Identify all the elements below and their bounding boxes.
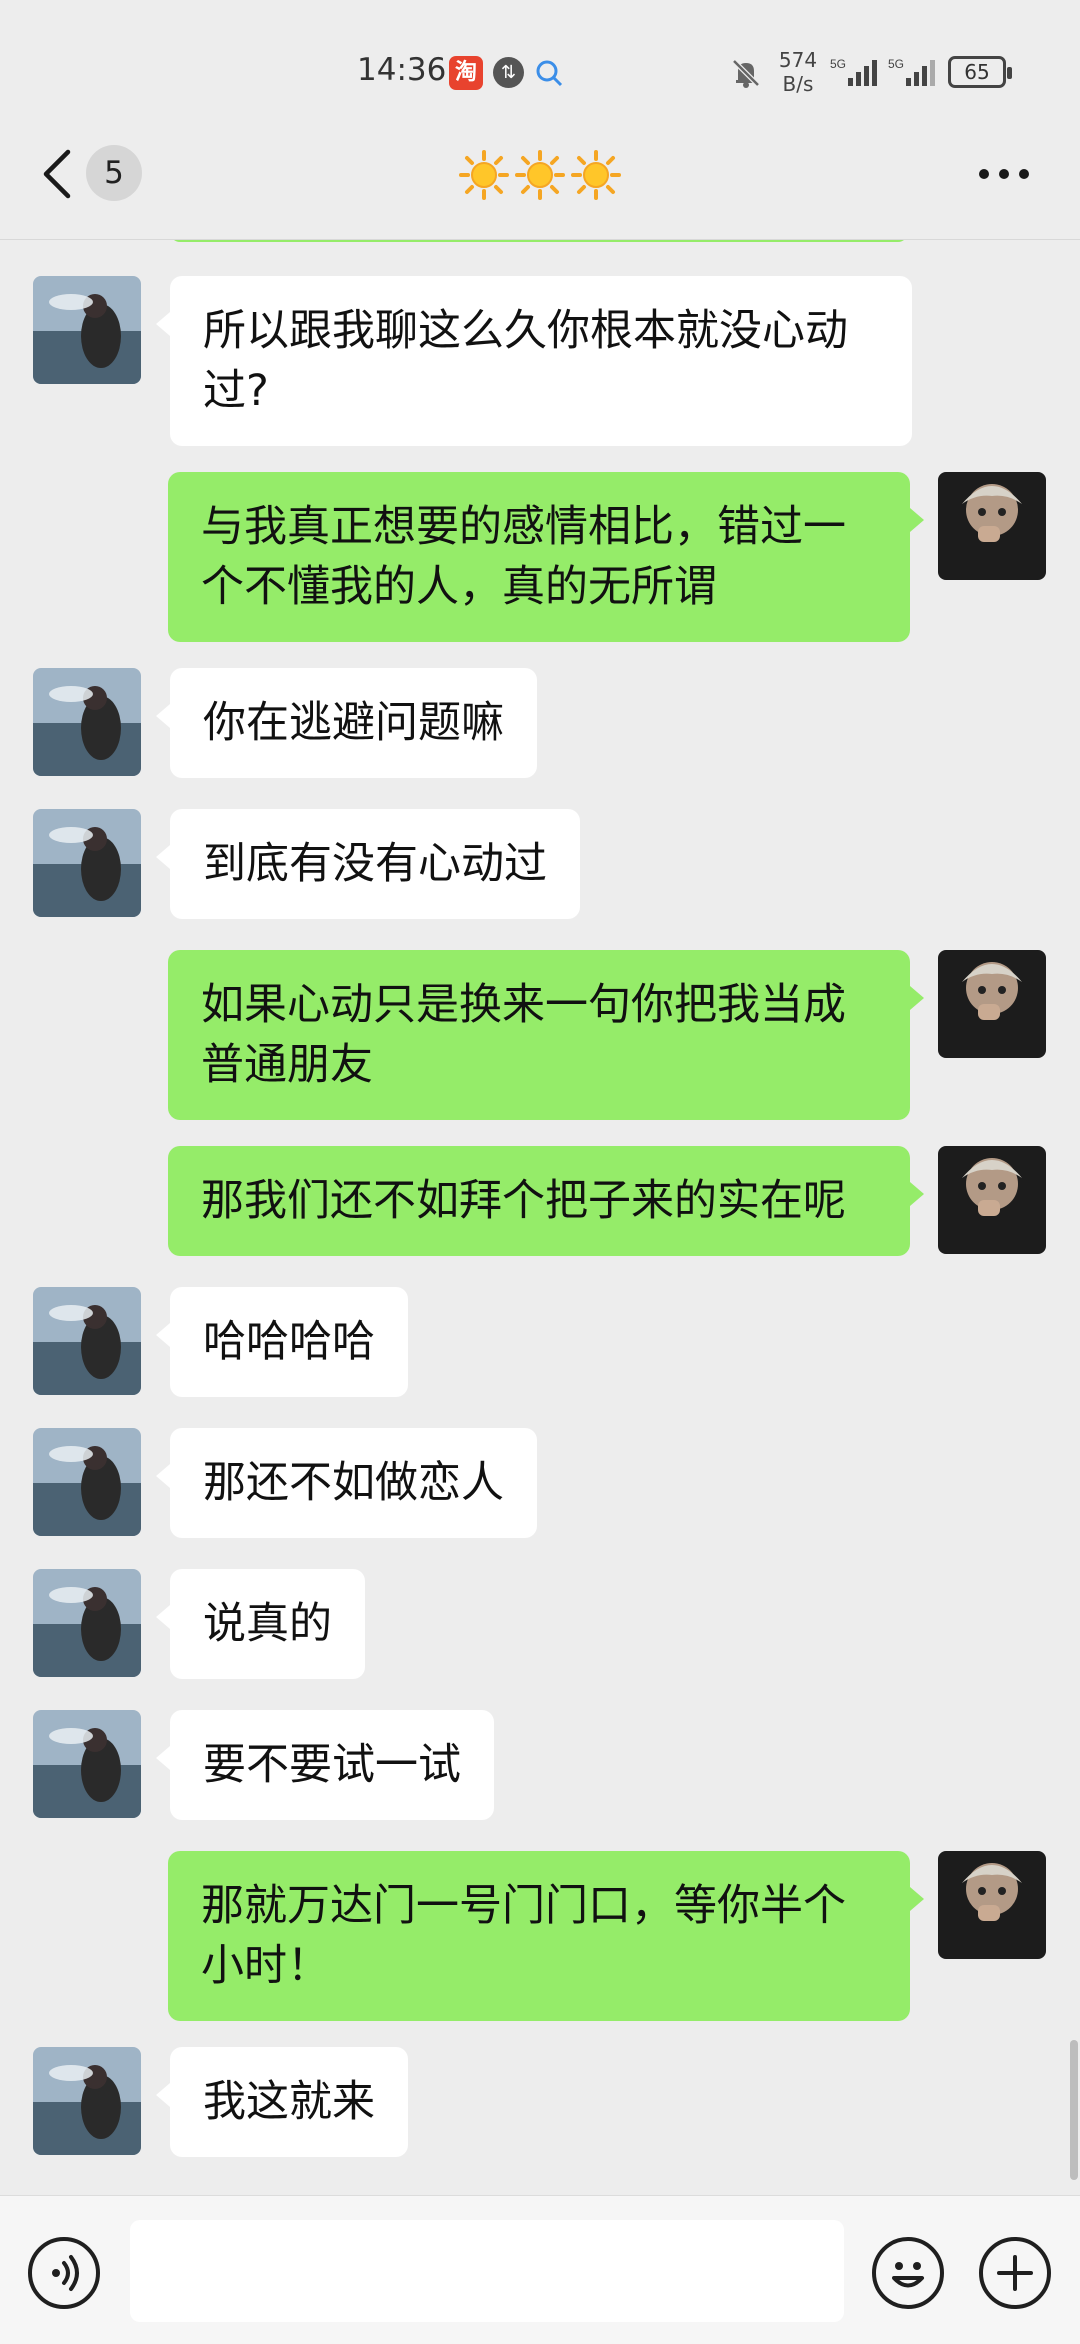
message-bubble[interactable]: 那就万达门一号门门口，等你半个小时！ bbox=[168, 1851, 924, 2021]
message-bubble[interactable]: 与我真正想要的感情相比，错过一个不懂我的人，真的无所谓 bbox=[168, 472, 924, 642]
contact-avatar[interactable] bbox=[33, 809, 141, 917]
message-bubble[interactable]: 你在逃避问题嘛 bbox=[156, 668, 537, 778]
voice-icon[interactable] bbox=[28, 2237, 100, 2309]
my-avatar[interactable] bbox=[938, 950, 1046, 1058]
message-bubble[interactable]: 那我们还不如拜个把子来的实在呢 bbox=[168, 1146, 924, 1256]
more-horizontal-icon[interactable] bbox=[976, 166, 1032, 182]
network-speed: 574 B/s bbox=[778, 48, 818, 96]
battery-indicator: 65 bbox=[948, 56, 1012, 88]
previous-message-edge bbox=[170, 240, 908, 242]
svg-text:5G: 5G bbox=[830, 57, 846, 71]
sun-icon bbox=[571, 150, 621, 200]
status-bar: 14:36 淘 ⇅ 574 B/s 5G 5G 65 bbox=[0, 0, 1080, 145]
message-bubble[interactable]: 要不要试一试 bbox=[156, 1710, 494, 1820]
contact-avatar[interactable] bbox=[33, 1710, 141, 1818]
message-bubble[interactable]: 哈哈哈哈 bbox=[156, 1287, 408, 1397]
scrollbar[interactable] bbox=[1070, 2040, 1078, 2180]
taobao-icon: 淘 bbox=[449, 56, 483, 90]
message-list[interactable]: 所以跟我聊这么久你根本就没心动过? 与我真正想要的感情相比，错过一个不懂我的人，… bbox=[0, 240, 1080, 2195]
signal-icon-2: 5G bbox=[888, 57, 935, 86]
mute-bell-icon bbox=[732, 59, 760, 88]
message-input[interactable] bbox=[130, 2220, 844, 2322]
chevron-left-icon[interactable] bbox=[38, 146, 78, 202]
message-bubble[interactable]: 那还不如做恋人 bbox=[156, 1428, 537, 1538]
emoji-icon[interactable] bbox=[872, 2237, 944, 2309]
chat-title bbox=[440, 140, 640, 210]
chat-header: 5 bbox=[0, 130, 1080, 240]
plus-icon[interactable] bbox=[979, 2237, 1051, 2309]
message-bubble[interactable]: 如果心动只是换来一句你把我当成普通朋友 bbox=[168, 950, 924, 1120]
transfer-icon: ⇅ bbox=[493, 57, 524, 88]
message-bubble[interactable]: 说真的 bbox=[156, 1569, 365, 1679]
svg-text:5G: 5G bbox=[888, 57, 904, 71]
input-bar bbox=[0, 2195, 1080, 2344]
contact-avatar[interactable] bbox=[33, 668, 141, 776]
search-app-icon bbox=[536, 60, 563, 87]
status-time: 14:36 bbox=[357, 52, 447, 88]
contact-avatar[interactable] bbox=[33, 1428, 141, 1536]
my-avatar[interactable] bbox=[938, 472, 1046, 580]
message-bubble[interactable]: 我这就来 bbox=[156, 2047, 408, 2157]
contact-avatar[interactable] bbox=[33, 2047, 141, 2155]
contact-avatar[interactable] bbox=[33, 276, 141, 384]
signal-icon: 5G bbox=[830, 57, 877, 86]
my-avatar[interactable] bbox=[938, 1146, 1046, 1254]
sun-icon bbox=[515, 150, 565, 200]
my-avatar[interactable] bbox=[938, 1851, 1046, 1959]
contact-avatar[interactable] bbox=[33, 1287, 141, 1395]
unread-count-badge[interactable]: 5 bbox=[86, 145, 142, 201]
message-bubble[interactable]: 所以跟我聊这么久你根本就没心动过? bbox=[156, 276, 912, 446]
sun-icon bbox=[459, 150, 509, 200]
message-bubble[interactable]: 到底有没有心动过 bbox=[156, 809, 580, 919]
contact-avatar[interactable] bbox=[33, 1569, 141, 1677]
